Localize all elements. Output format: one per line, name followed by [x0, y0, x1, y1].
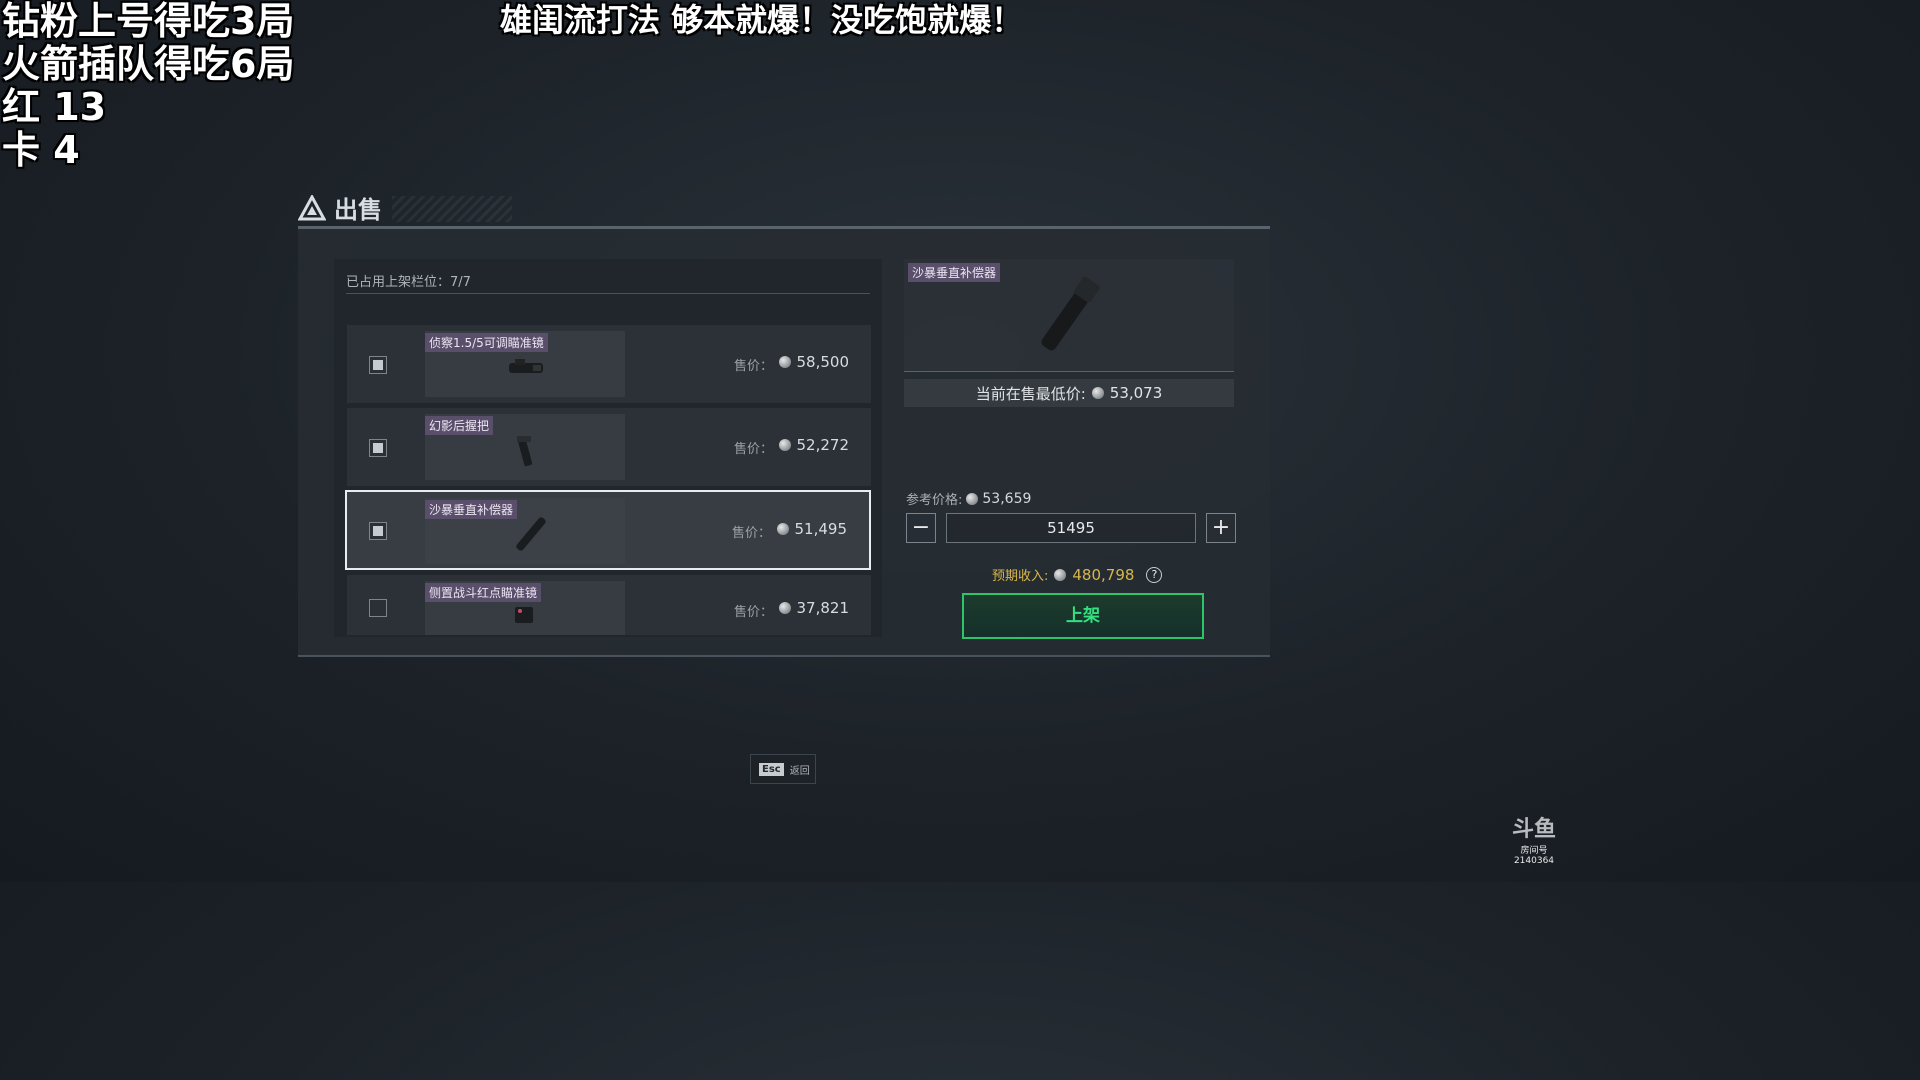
- price-stepper: − 51495 +: [906, 513, 1236, 545]
- lowest-price-label: 当前在售最低价:: [975, 384, 1086, 403]
- item-checkbox[interactable]: [369, 356, 387, 374]
- preview-item-name: 沙暴垂直补偿器: [908, 263, 1001, 282]
- panel-title: 出售: [334, 196, 382, 224]
- douyu-logo: 斗鱼: [1511, 817, 1556, 842]
- price-value: 58,500: [778, 353, 850, 371]
- item-checkbox[interactable]: [369, 599, 387, 617]
- income-label: 预期收入:: [992, 569, 1049, 584]
- help-icon[interactable]: ?: [1146, 566, 1163, 583]
- price-value: 37,821: [778, 599, 850, 617]
- price-amount: 37,821: [796, 599, 850, 617]
- price-amount: 58,500: [796, 353, 850, 371]
- slots-used-label: 已占用上架栏位：7/7: [346, 275, 471, 290]
- reference-price: 参考价格: 53,659: [906, 489, 1032, 509]
- stream-overlay-banner: 雄闺流打法 够本就爆！没吃饱就爆！: [500, 1, 1024, 39]
- room-id: 2140364: [1513, 856, 1555, 866]
- lowest-price-value: 53,073: [1109, 384, 1163, 402]
- price-value: 51,495: [776, 520, 848, 538]
- price-input[interactable]: 51495: [946, 513, 1196, 543]
- price-label: 售价：: [731, 526, 771, 541]
- stream-overlay-left: 钻粉上号得吃3局 火箭插队得吃6局 红 13 卡 4: [2, 0, 294, 172]
- item-name-tag: 侧置战斗红点瞄准镜: [425, 583, 542, 602]
- divider: [346, 293, 870, 294]
- list-item[interactable]: 侧置战斗红点瞄准镜 售价： 37,821: [347, 575, 871, 635]
- triangle-logo-icon: [298, 194, 326, 220]
- coin-icon: [1054, 568, 1067, 581]
- decrease-button[interactable]: −: [906, 513, 936, 543]
- overlay-line-4: 卡 4: [2, 128, 80, 172]
- price-label: 售价：: [733, 442, 773, 457]
- list-for-sale-button[interactable]: 上架: [962, 593, 1204, 639]
- price-amount: 51,495: [794, 520, 848, 538]
- panel-header: 出售: [298, 190, 382, 225]
- price-label: 售价：: [733, 605, 773, 620]
- douyu-watermark: 斗鱼 房间号 2140364: [1512, 811, 1556, 866]
- back-label: 返回: [789, 765, 810, 777]
- lowest-price-bar: 当前在售最低价: 53,073: [904, 379, 1234, 407]
- esc-key-icon: Esc: [759, 762, 784, 776]
- item-preview: 沙暴垂直补偿器: [904, 259, 1234, 372]
- back-hint[interactable]: Esc 返回: [750, 754, 816, 784]
- overlay-line-1: 钻粉上号得吃3局: [2, 0, 295, 43]
- coin-icon: [778, 602, 791, 614]
- title-decoration: [392, 196, 512, 222]
- income-value: 480,798: [1072, 565, 1135, 584]
- item-name-tag: 侦察1.5/5可调瞄准镜: [425, 333, 548, 352]
- room-label: 房间号: [1520, 846, 1548, 856]
- item-checkbox[interactable]: [369, 439, 387, 457]
- listing-list[interactable]: 已占用上架栏位：7/7 侦察1.5/5可调瞄准镜 售价： 58,500 幻影后握…: [334, 259, 882, 637]
- item-name-tag: 幻影后握把: [425, 416, 494, 435]
- sell-panel: 已占用上架栏位：7/7 侦察1.5/5可调瞄准镜 售价： 58,500 幻影后握…: [298, 226, 1270, 657]
- overlay-line-3: 红 13: [2, 85, 107, 129]
- coin-icon: [966, 492, 979, 505]
- price-value: 52,272: [778, 436, 850, 454]
- price-label: 售价：: [733, 359, 773, 374]
- reference-price-label: 参考价格:: [906, 493, 963, 508]
- coin-icon: [778, 439, 791, 451]
- reference-price-value: 53,659: [982, 490, 1032, 507]
- list-item-selected[interactable]: 沙暴垂直补偿器 售价： 51,495: [345, 490, 871, 570]
- price-amount: 52,272: [796, 436, 850, 454]
- coin-icon: [1091, 387, 1104, 399]
- coin-icon: [776, 523, 789, 535]
- item-name-tag: 沙暴垂直补偿器: [425, 500, 518, 519]
- expected-income: 预期收入: 480,798 ?: [992, 565, 1163, 584]
- list-item[interactable]: 幻影后握把 售价： 52,272: [347, 408, 871, 486]
- coin-icon: [778, 356, 791, 368]
- item-checkbox[interactable]: [369, 522, 387, 540]
- increase-button[interactable]: +: [1206, 513, 1236, 543]
- list-item[interactable]: 侦察1.5/5可调瞄准镜 售价： 58,500: [347, 325, 871, 403]
- overlay-line-2: 火箭插队得吃6局: [2, 42, 295, 86]
